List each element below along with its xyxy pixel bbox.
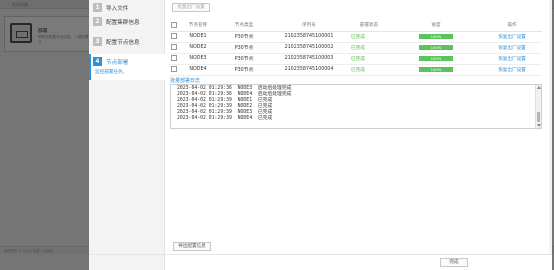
deploy-wizard-dialog: 1 导入文件 2 配置集群信息 3 配置节点信息 4 节点部署 监控部署任务。 … (89, 0, 552, 270)
progress-bar: 100% (419, 66, 453, 72)
wizard-steps: 1 导入文件 2 配置集群信息 3 配置节点信息 4 节点部署 监控部署任务。 (89, 0, 165, 270)
progress-cell: 100% (390, 42, 482, 54)
row-checkbox[interactable] (171, 44, 177, 51)
step-description: 监控部署任务。 (95, 70, 128, 75)
deploy-status: 已完成 (351, 34, 365, 40)
batch-factory-reset-button[interactable]: 批量出厂设置 (172, 3, 210, 12)
factory-reset-link[interactable]: 恢复出厂设置 (498, 35, 526, 40)
step-number: 1 (93, 3, 102, 12)
scroll-up-arrow-icon[interactable] (537, 86, 541, 89)
deploy-status: 已完成 (351, 56, 365, 62)
footer-divider (89, 254, 552, 255)
log-line: 2023-04-02 01:29:39 NODE4 已完成 (177, 116, 273, 121)
node-serial: 2102358745100002 (270, 42, 348, 54)
column-header: 进度 (390, 20, 482, 32)
progress-bar: 100% (419, 33, 453, 39)
step-number: 3 (93, 37, 102, 46)
status-cell: 已完成 (348, 31, 390, 43)
checkbox-cell (170, 42, 178, 54)
deploy-status: 已完成 (351, 45, 365, 51)
node-name: NODE2 (178, 42, 218, 54)
column-header: 节点名称 (178, 20, 218, 32)
log-scrollbar[interactable] (535, 85, 541, 128)
node-type: P30节点 (218, 64, 270, 76)
progress-cell: 100% (390, 53, 482, 65)
step-label: 配置集群信息 (106, 20, 140, 26)
progress-bar: 100% (419, 44, 453, 50)
column-header: 序列号 (270, 20, 348, 32)
node-table: 节点名称 节点类型 序列号 部署状态 进度 操作 NODE1 P30节点 210… (170, 20, 542, 76)
scroll-down-arrow-icon[interactable] (537, 124, 541, 127)
node-name: NODE4 (178, 64, 218, 76)
wizard-content: 批量出厂设置 节点名称 节点类型 序列号 部署状态 进度 操作 NODE1 P3… (166, 0, 552, 270)
step-label: 导入文件 (106, 6, 129, 12)
action-cell: 恢复出厂设置 (482, 53, 542, 65)
node-serial: 2102358745100001 (270, 31, 348, 43)
action-cell: 恢复出厂设置 (482, 42, 542, 54)
deploy-status: 已完成 (351, 67, 365, 73)
status-cell: 已完成 (348, 64, 390, 76)
column-header: 操作 (482, 20, 542, 32)
step-number: 4 (93, 57, 102, 66)
checkbox-cell (170, 31, 178, 43)
row-checkbox[interactable] (171, 66, 177, 73)
table-row: NODE1 P30节点 2102358745100001 已完成 100% 恢复… (170, 31, 542, 43)
row-checkbox[interactable] (171, 33, 177, 40)
table-row: NODE4 P30节点 2102358745100004 已完成 100% 恢复… (170, 64, 542, 76)
table-row: NODE3 P30节点 2102358745100003 已完成 100% 恢复… (170, 53, 542, 65)
node-type: P30节点 (218, 53, 270, 65)
checkbox-cell (170, 64, 178, 76)
step-cluster-info[interactable]: 2 配置集群信息 (89, 14, 165, 31)
step-label: 配置节点信息 (106, 40, 140, 46)
step-label: 节点部署 (106, 60, 129, 66)
table-header-row: 节点名称 节点类型 序列号 部署状态 进度 操作 (170, 20, 542, 32)
action-cell: 恢复出厂设置 (482, 31, 542, 43)
step-node-deploy[interactable]: 4 节点部署 监控部署任务。 (89, 54, 165, 80)
column-header: 节点类型 (218, 20, 270, 32)
node-serial: 2102358745100003 (270, 53, 348, 65)
node-name: NODE3 (178, 53, 218, 65)
column-header: 部署状态 (348, 20, 390, 32)
log-lines: 2023-04-02 01:29:36 NODE3 启动后处理完成 2023-0… (177, 86, 291, 122)
node-serial: 2102358745100004 (270, 64, 348, 76)
action-cell: 恢复出厂设置 (482, 64, 542, 76)
progress-cell: 100% (390, 64, 482, 76)
finish-button[interactable]: 完成 (440, 258, 468, 267)
log-title: 批量部署日志 (170, 78, 201, 84)
step-node-info[interactable]: 3 配置节点信息 (89, 34, 165, 51)
checkbox-cell (170, 53, 178, 65)
step-number: 2 (93, 17, 102, 26)
row-checkbox[interactable] (171, 55, 177, 62)
table-row: NODE2 P30节点 2102358745100002 已完成 100% 恢复… (170, 42, 542, 54)
content-edge (549, 0, 552, 255)
node-type: P30节点 (218, 42, 270, 54)
factory-reset-link[interactable]: 恢复出厂设置 (498, 57, 526, 62)
node-type: P30节点 (218, 31, 270, 43)
deploy-log-box[interactable]: 2023-04-02 01:29:36 NODE3 启动后处理完成 2023-0… (170, 84, 542, 129)
scroll-thumb[interactable] (537, 112, 540, 122)
status-cell: 已完成 (348, 42, 390, 54)
select-all-checkbox[interactable] (171, 22, 177, 28)
export-config-button[interactable]: 导出配置信息 (173, 242, 211, 251)
factory-reset-link[interactable]: 恢复出厂设置 (498, 68, 526, 73)
node-name: NODE1 (178, 31, 218, 43)
header-checkbox-cell (170, 20, 178, 32)
progress-bar: 100% (419, 55, 453, 61)
progress-cell: 100% (390, 31, 482, 43)
status-cell: 已完成 (348, 53, 390, 65)
factory-reset-link[interactable]: 恢复出厂设置 (498, 46, 526, 51)
